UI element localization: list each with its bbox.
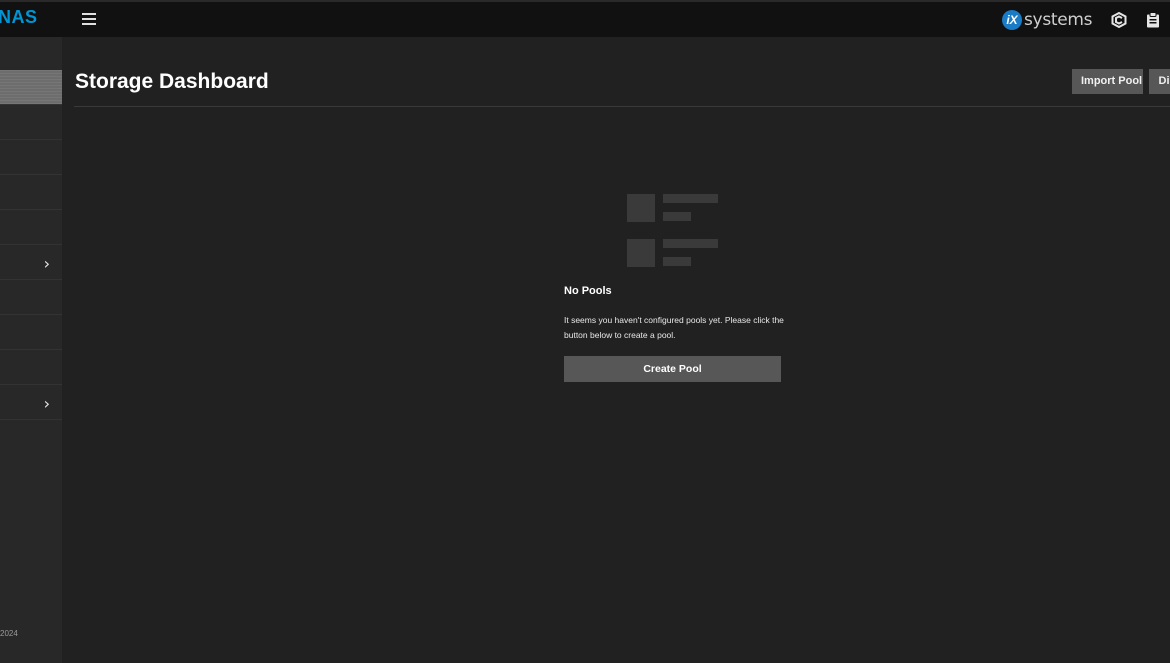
sidebar-item-4[interactable]	[0, 175, 62, 210]
sidebar-item-8[interactable]	[0, 315, 62, 350]
empty-state-title: No Pools	[564, 285, 612, 297]
clipboard-icon[interactable]	[1145, 12, 1161, 28]
header-divider	[74, 106, 1170, 107]
ix-badge: iX	[1002, 10, 1022, 30]
sidebar-item-6[interactable]: ›	[0, 245, 62, 280]
sidebar-item-7[interactable]	[0, 280, 62, 315]
sidebar-item-3[interactable]	[0, 140, 62, 175]
sidebar-item-2[interactable]	[0, 105, 62, 140]
import-pool-button[interactable]: Import Pool	[1072, 69, 1143, 94]
ixsystems-logo[interactable]: iX systems	[1002, 9, 1093, 31]
sidebar-item-10[interactable]: ›	[0, 385, 62, 420]
sidebar: › › 2024	[0, 37, 62, 663]
page-title: Storage Dashboard	[75, 70, 269, 93]
brand-logo[interactable]: NAS	[0, 7, 38, 28]
copyright-text: 2024	[0, 629, 18, 638]
hamburger-icon[interactable]	[82, 13, 96, 25]
disks-button[interactable]: Di	[1149, 69, 1170, 94]
top-bar: NAS iX systems	[0, 0, 1170, 37]
empty-state-message: It seems you haven't configured pools ye…	[564, 315, 784, 340]
sidebar-item-5[interactable]	[0, 210, 62, 245]
ix-systems-text: systems	[1024, 10, 1093, 30]
sidebar-item-1[interactable]	[0, 70, 62, 105]
chevron-right-icon: ›	[43, 394, 50, 413]
create-pool-button[interactable]: Create Pool	[564, 356, 781, 382]
empty-list-icon	[627, 194, 719, 268]
truecommand-icon[interactable]	[1111, 11, 1127, 29]
chevron-right-icon: ›	[43, 254, 50, 273]
sidebar-item-9[interactable]	[0, 350, 62, 385]
